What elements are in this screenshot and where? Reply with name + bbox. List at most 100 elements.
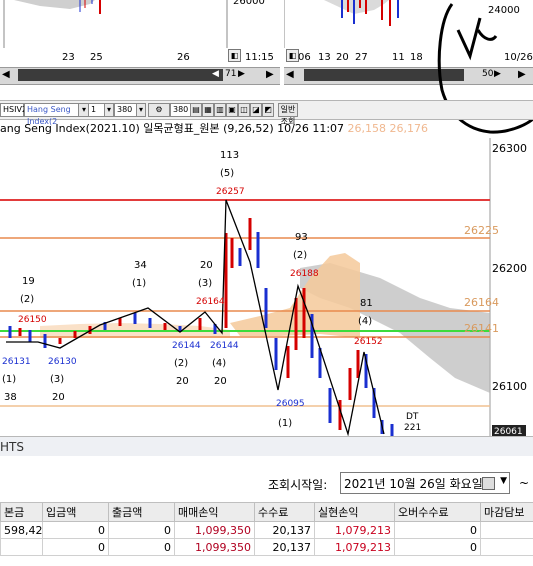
column-header[interactable]: 실현손익 xyxy=(314,502,395,522)
level-label: 26164 xyxy=(464,296,499,309)
chart-toolbar: HSIV21 Hang Seng Index(2 ▾ 1 ▾ 380 ▾ ⚙ 3… xyxy=(0,100,533,126)
point-label: 26164 xyxy=(196,297,225,307)
tool-icon[interactable]: ◪ xyxy=(250,103,262,117)
tool-icon[interactable]: ◩ xyxy=(262,103,274,117)
left-x-tick: 26 xyxy=(177,52,190,63)
column-header[interactable]: 마감담보 xyxy=(480,502,533,522)
column-header[interactable]: 매매손익 xyxy=(174,502,255,522)
tool-icon[interactable]: ▦ xyxy=(202,103,214,117)
scroll-right-arrow-icon[interactable]: ▶ xyxy=(266,69,274,80)
wave-label: (5) xyxy=(220,168,234,179)
dt-label: DT xyxy=(406,412,419,422)
start-date-picker[interactable]: 2021년 10월 26일 화요일 ▼ xyxy=(340,472,510,494)
wave-label: 20 xyxy=(52,392,65,403)
chart-title: ang Seng Index(2021.10) 일목균형표_원본 (9,26,5… xyxy=(0,120,428,136)
cell xyxy=(480,538,533,556)
column-header[interactable]: 입금액 xyxy=(42,502,109,522)
wave-label: (1) xyxy=(2,374,16,385)
cell: 1,099,350 xyxy=(174,538,255,556)
scroll-thumb[interactable] xyxy=(18,69,223,81)
tool-icon[interactable]: ◫ xyxy=(238,103,250,117)
code-field[interactable]: HSIV21 xyxy=(0,103,32,117)
cell xyxy=(0,538,43,556)
scroll-left-arrow-icon[interactable]: ◀ xyxy=(286,69,294,80)
main-chart: 26300 26200 26100 26061 26225 26164 2614… xyxy=(0,138,527,436)
range-separator: ~ xyxy=(519,476,530,490)
column-header[interactable]: 오버수수료 xyxy=(394,502,481,522)
left-x-tick: 23 xyxy=(62,52,75,63)
start-date-value: 2021년 10월 26일 화요일 xyxy=(344,477,483,491)
chart-title-text: ang Seng Index(2021.10) 일목균형표_원본 (9,26,5… xyxy=(0,122,345,135)
wave-label: 93 xyxy=(295,232,308,243)
cell: 598,424 xyxy=(0,521,43,539)
settings-icon[interactable]: ⚙ xyxy=(148,103,170,117)
cell: 0 xyxy=(42,538,109,556)
view-button[interactable]: 일반조회 xyxy=(278,103,298,126)
table-row[interactable]: 0 0 1,099,350 20,137 1,079,213 0 xyxy=(0,538,533,556)
point-label: 26257 xyxy=(216,187,245,197)
interval-dropdown-icon[interactable]: ▾ xyxy=(104,103,114,117)
cell: 0 xyxy=(108,538,175,556)
wave-label: (2) xyxy=(20,294,34,305)
y-tick: 26100 xyxy=(492,380,527,393)
right-x-tick: 11 xyxy=(392,52,405,63)
wave-label: 20 xyxy=(200,260,213,271)
tool-icon[interactable]: ▤ xyxy=(190,103,202,117)
zoom-out-icon[interactable]: ◀ xyxy=(212,69,219,79)
wave-label: (2) xyxy=(293,250,307,261)
wave-label: 20 xyxy=(176,376,189,387)
table-header-row: 본금 입금액 출금액 매매손익 수수료 실현손익 오버수수료 마감담보 xyxy=(0,502,533,522)
wave-label: 34 xyxy=(134,260,147,271)
left-time-label: 11:15 xyxy=(245,52,274,63)
wave-label: (2) xyxy=(174,358,188,369)
pnl-table: 본금 입금액 출금액 매매손익 수수료 실현손익 오버수수료 마감담보 598,… xyxy=(0,502,533,556)
left-price-label: 26000 xyxy=(233,0,265,7)
chart-title-extra: 26,158 26,176 xyxy=(347,122,429,135)
table-row[interactable]: 598,424 0 0 1,099,350 20,137 1,079,213 0 xyxy=(0,521,533,539)
column-header[interactable]: 출금액 xyxy=(108,502,175,522)
right-x-tick: 27 xyxy=(355,52,368,63)
count-dropdown-icon[interactable]: ▾ xyxy=(136,103,146,117)
cell: 20,137 xyxy=(254,521,315,539)
wave-label: (4) xyxy=(358,316,372,327)
column-header[interactable]: 수수료 xyxy=(254,502,315,522)
query-start-label: 조회시작일: xyxy=(268,478,328,492)
level-label: 26225 xyxy=(464,224,499,237)
left-expand-icon[interactable]: ◧ xyxy=(228,49,241,62)
cell: 1,099,350 xyxy=(174,521,255,539)
panel-title: HTS xyxy=(0,440,24,454)
scroll-left-arrow-icon[interactable]: ◀ xyxy=(2,69,10,80)
point-label: 26188 xyxy=(290,269,319,279)
tool-icon[interactable]: ▣ xyxy=(226,103,238,117)
wave-label: (3) xyxy=(50,374,64,385)
wave-label: 38 xyxy=(4,392,17,403)
point-label: 26144 xyxy=(210,341,239,351)
point-label: 26130 xyxy=(48,357,77,367)
wave-label: 20 xyxy=(214,376,227,387)
tool-icon[interactable]: ▥ xyxy=(214,103,226,117)
cell: 1,079,213 xyxy=(314,521,395,539)
zoom-in-icon[interactable]: ▶ xyxy=(238,69,245,79)
cell: 20,137 xyxy=(254,538,315,556)
left-mini-scrollbar[interactable]: ◀ ◀ 71 ▶ ▶ xyxy=(0,67,280,85)
chevron-down-icon[interactable]: ▼ xyxy=(500,476,507,486)
right-x-tick: 20 xyxy=(336,52,349,63)
wave-label: 19 xyxy=(22,276,35,287)
right-x-tick: 06 xyxy=(298,52,311,63)
calendar-icon[interactable] xyxy=(482,477,495,490)
name-field[interactable]: Hang Seng Index(2 xyxy=(24,103,80,126)
right-x-tick: 18 xyxy=(410,52,423,63)
column-header[interactable]: 본금 xyxy=(0,502,43,522)
mini-chart-left xyxy=(0,0,280,50)
point-label: 26095 xyxy=(276,399,305,409)
wave-label: 81 xyxy=(360,298,373,309)
handwritten-scribble xyxy=(437,3,533,134)
y-tick: 26200 xyxy=(492,262,527,275)
wave-label: 113 xyxy=(220,150,239,161)
cell: 0 xyxy=(108,521,175,539)
right-x-tick: 13 xyxy=(318,52,331,63)
point-label: 26144 xyxy=(172,341,201,351)
wave-label: (4) xyxy=(212,358,226,369)
point-label: 26150 xyxy=(18,315,47,325)
cell: 1,079,213 xyxy=(314,538,395,556)
